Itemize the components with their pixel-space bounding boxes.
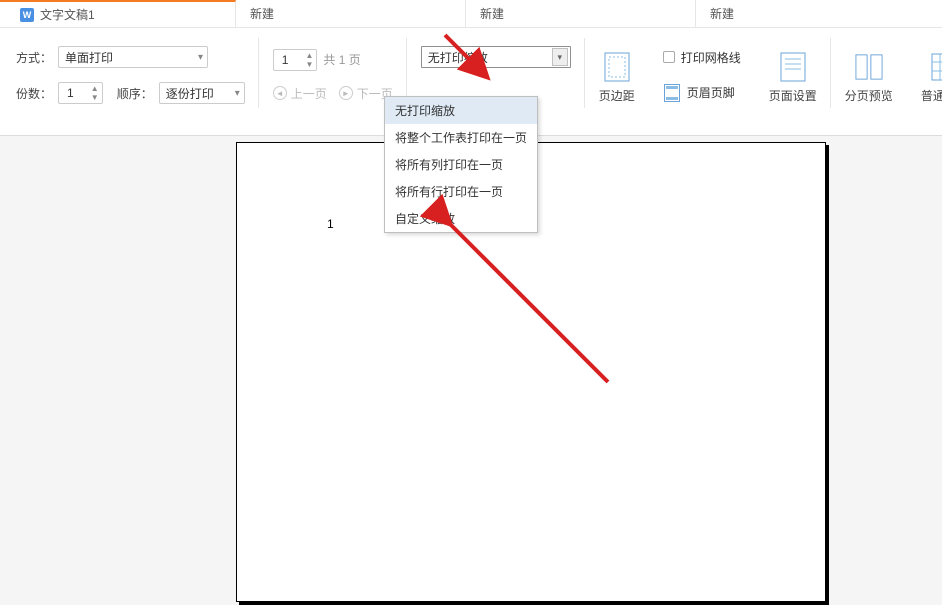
tab-bar: W 文字文稿1 新建 新建 新建 [0, 0, 942, 28]
tab-new-1[interactable]: 新建 [236, 0, 466, 27]
page-setup-label: 页面设置 [769, 87, 817, 104]
page-stepper[interactable]: 1 ▲▼ [273, 49, 318, 71]
tab-label: 文字文稿1 [40, 6, 95, 23]
scaling-option-custom[interactable]: 自定义缩放 [385, 205, 537, 232]
tab-label: 新建 [250, 5, 274, 22]
order-value: 逐份打印 [166, 85, 214, 102]
tab-new-3[interactable]: 新建 [696, 0, 926, 27]
order-label: 顺序： [117, 85, 153, 102]
mode-label: 方式： [16, 49, 52, 66]
header-footer-label: 页眉页脚 [687, 84, 735, 101]
page-margin-icon [603, 53, 631, 81]
word-doc-icon: W [20, 8, 34, 22]
spinner-icon: ▲▼ [302, 51, 316, 69]
tab-label: 新建 [480, 5, 504, 22]
normal-view-button[interactable]: 普通视图 [907, 46, 942, 104]
scaling-select[interactable]: 无打印缩放 ▾ [421, 46, 571, 68]
arrow-left-icon: ◄ [273, 86, 287, 100]
print-grid-label: 打印网格线 [681, 49, 741, 66]
caret-down-icon: ▾ [552, 48, 568, 66]
prev-page-button[interactable]: ◄ 上一页 [273, 85, 327, 102]
page-value: 1 [274, 53, 303, 67]
copies-label: 份数： [16, 85, 52, 102]
grid-header-group: 打印网格线 页眉页脚 [649, 46, 755, 104]
print-grid-checkbox[interactable]: 打印网格线 [663, 49, 741, 66]
header-footer-button[interactable]: 页眉页脚 [663, 84, 741, 102]
order-select[interactable]: 逐份打印 ▾ [159, 82, 245, 104]
scaling-option-none[interactable]: 无打印缩放 [385, 97, 537, 124]
page-break-label: 分页预览 [845, 87, 893, 104]
scaling-option-fit-sheet[interactable]: 将整个工作表打印在一页 [385, 124, 537, 151]
page-setup-button[interactable]: 页面设置 [755, 46, 831, 104]
mode-select[interactable]: 单面打印 ▾ [58, 46, 208, 68]
arrow-right-icon: ► [339, 86, 353, 100]
scaling-dropdown: 无打印缩放 将整个工作表打印在一页 将所有列打印在一页 将所有行打印在一页 自定… [384, 96, 538, 233]
caret-down-icon: ▾ [235, 88, 240, 99]
scaling-option-fit-rows[interactable]: 将所有行打印在一页 [385, 178, 537, 205]
tab-new-2[interactable]: 新建 [466, 0, 696, 27]
print-mode-group: 方式： 单面打印 ▾ 份数： 1 ▲▼ 顺序： 逐份打印 ▾ [12, 46, 259, 104]
total-pages-label: 共 1 页 [323, 51, 360, 68]
mode-value: 单面打印 [65, 49, 113, 66]
page-margin-label: 页边距 [599, 87, 635, 104]
caret-down-icon: ▾ [198, 52, 203, 63]
page-setup-icon [779, 53, 807, 81]
page-margin-button[interactable]: 页边距 [585, 46, 649, 104]
scaling-option-fit-cols[interactable]: 将所有列打印在一页 [385, 151, 537, 178]
header-footer-icon [663, 84, 681, 102]
page-break-icon [855, 53, 883, 81]
copies-value: 1 [59, 86, 88, 100]
copies-stepper[interactable]: 1 ▲▼ [58, 82, 103, 104]
prev-label: 上一页 [291, 85, 327, 102]
scaling-value: 无打印缩放 [428, 49, 488, 66]
page-break-preview-button[interactable]: 分页预览 [831, 46, 907, 104]
normal-view-icon [931, 53, 942, 81]
tab-document-1[interactable]: W 文字文稿1 [6, 0, 236, 27]
tab-label: 新建 [710, 5, 734, 22]
checkbox-icon [663, 51, 675, 63]
spinner-icon: ▲▼ [88, 84, 102, 102]
normal-view-label: 普通视图 [921, 87, 942, 104]
